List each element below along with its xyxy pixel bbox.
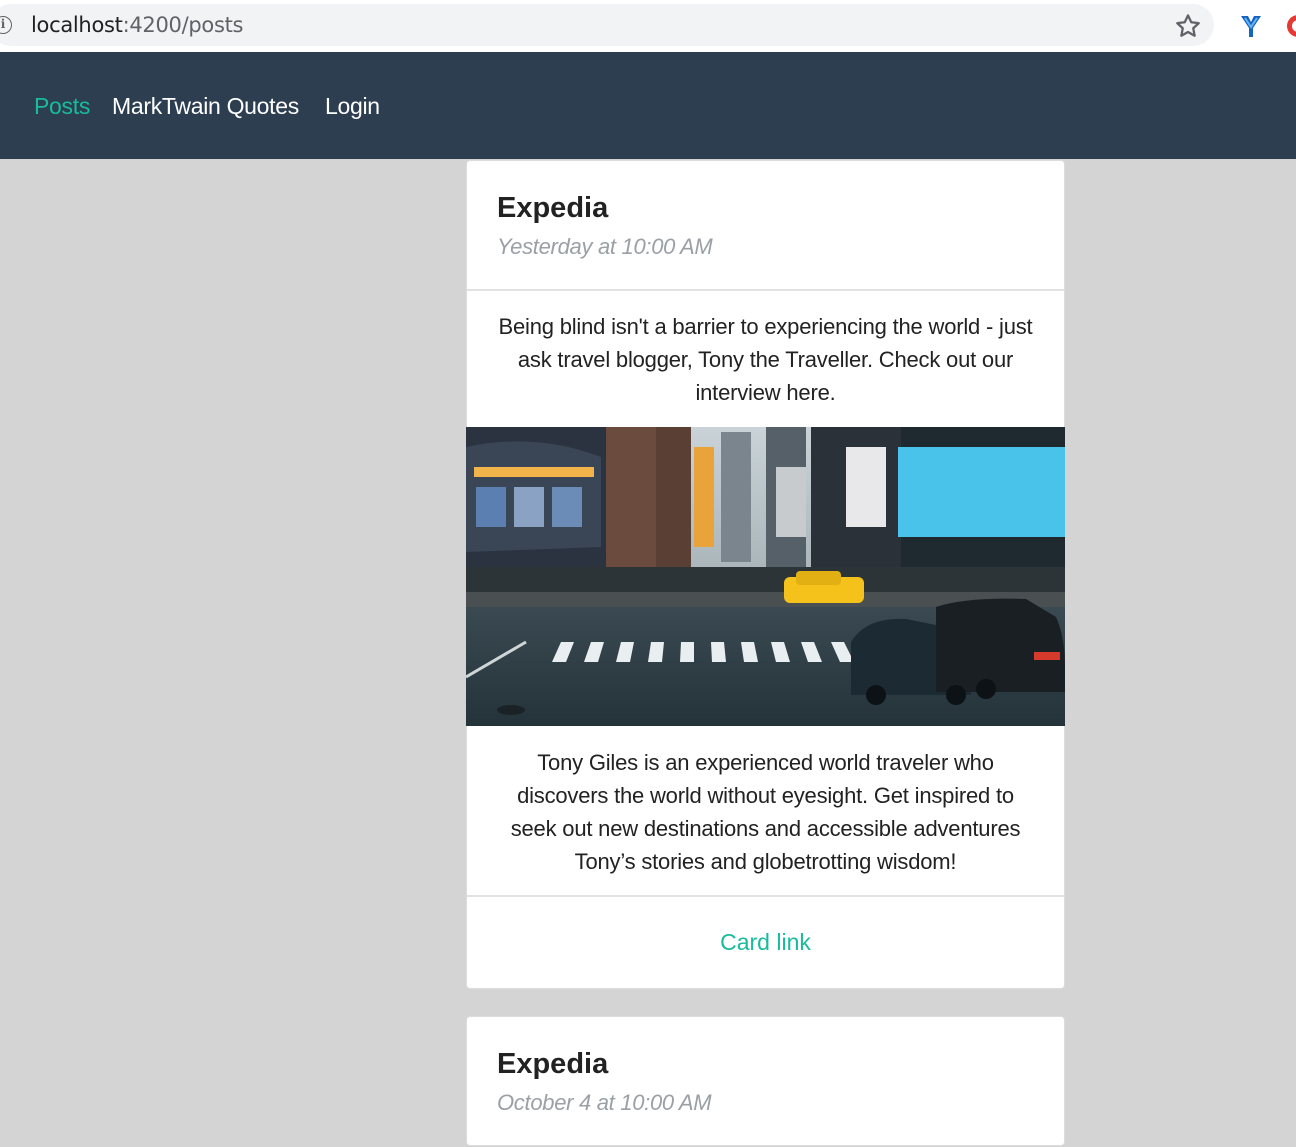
card-timestamp: Yesterday at 10:00 AM: [497, 234, 713, 259]
extension-icon[interactable]: [1238, 12, 1264, 40]
nav-posts-link[interactable]: Posts: [34, 92, 90, 120]
main-navbar: Posts MarkTwain Quotes Login: [0, 52, 1296, 159]
card-image: [466, 427, 1065, 726]
url-host: localhost: [31, 13, 123, 37]
card-link[interactable]: Card link: [467, 927, 1064, 957]
extension-icon[interactable]: [1284, 12, 1296, 40]
card-timestamp: October 4 at 10:00 AM: [497, 1090, 712, 1115]
card-body-text: Tony Giles is an experienced world trave…: [510, 750, 1021, 874]
card-title: Expedia: [497, 192, 609, 224]
card-title: Expedia: [497, 1048, 609, 1080]
card-divider: [467, 895, 1064, 897]
card-intro-text: Being blind isn't a barrier to experienc…: [498, 314, 1033, 405]
card-header: Expedia Yesterday at 10:00 AM: [467, 161, 1064, 291]
post-card: Expedia Yesterday at 10:00 AM Being blin…: [466, 160, 1065, 989]
nav-marktwain-quotes-link[interactable]: MarkTwain Quotes: [112, 92, 299, 120]
browser-address-bar: i localhost:4200/posts: [0, 0, 1296, 52]
post-card: Expedia October 4 at 10:00 AM: [466, 1016, 1065, 1146]
star-icon[interactable]: [1173, 11, 1203, 41]
url-text[interactable]: localhost:4200/posts: [31, 12, 243, 38]
url-path: :4200/posts: [122, 13, 244, 37]
nav-login-link[interactable]: Login: [325, 92, 380, 120]
